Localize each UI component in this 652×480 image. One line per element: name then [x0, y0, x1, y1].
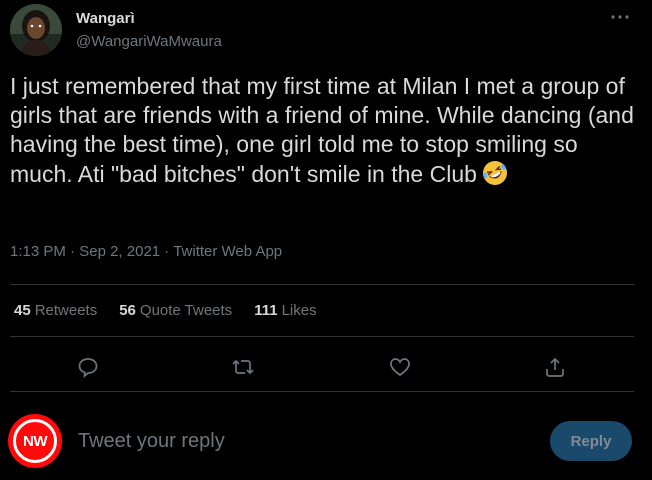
reply-icon[interactable]	[76, 355, 100, 379]
tweet-text: I just remembered that my first time at …	[10, 72, 640, 189]
author-avatar[interactable]	[10, 4, 62, 56]
retweets-label: Retweets	[34, 302, 98, 319]
likes-label: Likes	[281, 302, 317, 319]
divider	[10, 284, 634, 285]
tweet-source[interactable]: Twitter Web App	[173, 243, 282, 260]
tweet-detail: Wangarì @WangariWaMwaura I just remember…	[0, 0, 652, 480]
tweet-stats: 45 Retweets 56 Quote Tweets 111 Likes	[14, 302, 317, 319]
author-name[interactable]: Wangarì	[76, 10, 135, 27]
meta-separator: ·	[164, 243, 170, 260]
tweet-meta: 1:13 PM · Sep 2, 2021 · Twitter Web App	[10, 243, 282, 260]
reply-button[interactable]: Reply	[550, 421, 632, 461]
quote-tweets-label: Quote Tweets	[139, 302, 233, 319]
user-avatar[interactable]: NW	[8, 414, 62, 468]
retweets-stat[interactable]: 45 Retweets	[14, 302, 97, 319]
meta-separator: ·	[70, 243, 76, 260]
tweet-actions	[0, 347, 652, 387]
ellipsis-icon[interactable]	[608, 8, 632, 26]
like-icon[interactable]	[388, 355, 412, 379]
likes-count: 111	[254, 302, 278, 319]
divider	[10, 391, 634, 392]
reply-input[interactable]	[78, 426, 518, 456]
tweet-time[interactable]: 1:13 PM	[10, 243, 66, 260]
tweet-date[interactable]: Sep 2, 2021	[79, 243, 160, 260]
retweets-count: 45	[14, 302, 31, 319]
rolling-on-floor-laughing-emoji	[481, 159, 509, 187]
author-handle[interactable]: @WangariWaMwaura	[76, 33, 222, 50]
tweet-text-content: I just remembered that my first time at …	[10, 73, 641, 187]
share-icon[interactable]	[543, 355, 567, 379]
retweet-icon[interactable]	[231, 355, 255, 379]
likes-stat[interactable]: 111 Likes	[254, 302, 316, 319]
quote-tweets-count: 56	[119, 302, 136, 319]
divider	[10, 336, 634, 337]
quote-tweets-stat[interactable]: 56 Quote Tweets	[119, 302, 232, 319]
author-avatar-image	[10, 4, 62, 56]
user-avatar-logo: NW	[13, 419, 57, 463]
